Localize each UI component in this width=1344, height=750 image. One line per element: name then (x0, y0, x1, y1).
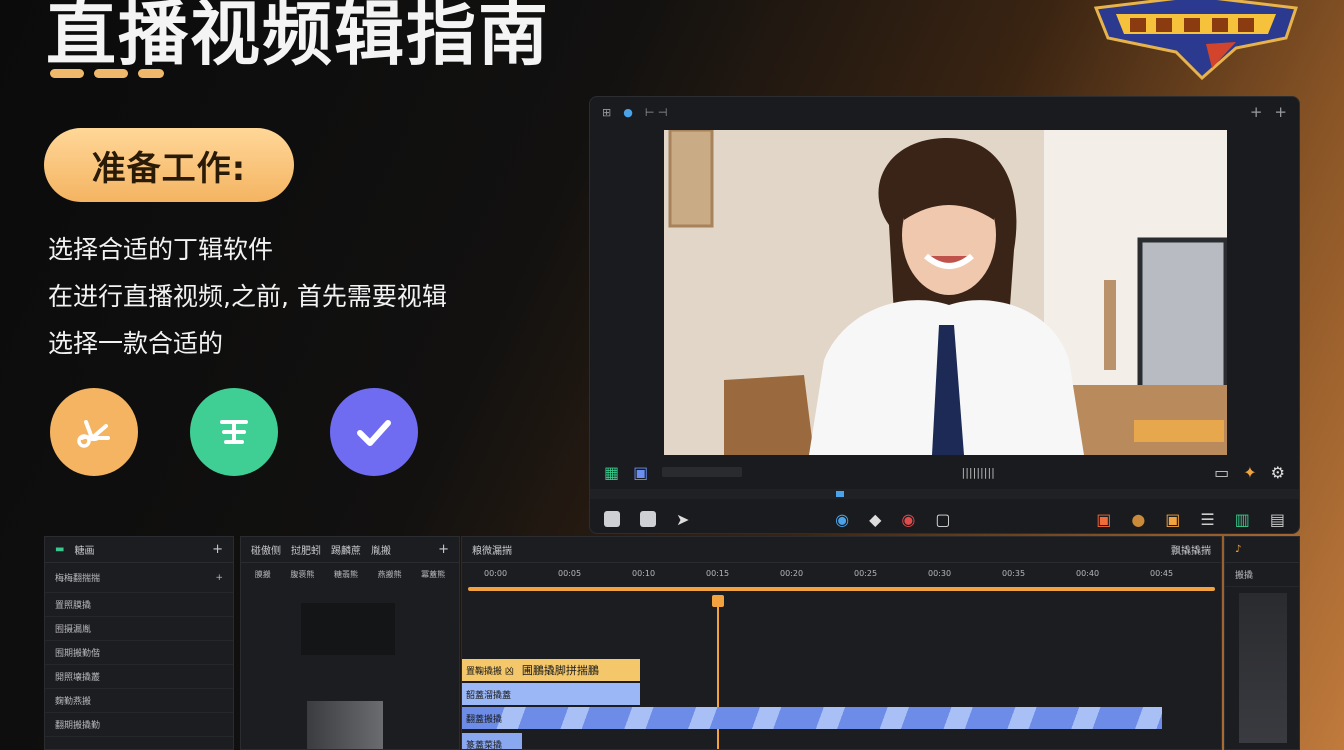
tool-label[interactable]: 冪蓋熊 (421, 569, 445, 580)
add-icon[interactable]: + (212, 542, 223, 557)
ruler-tick-label: 00:20 (780, 569, 804, 578)
stop-icon[interactable]: ◉ (901, 510, 915, 529)
crop-icon[interactable]: ▢ (935, 510, 950, 529)
ruler-tick-label: 00:40 (1076, 569, 1100, 578)
list-item[interactable]: 開照壊撬叢 (45, 665, 233, 689)
camera-icon[interactable] (604, 511, 620, 527)
record-icon[interactable]: ◉ (835, 510, 849, 529)
tool-label[interactable]: 膜搬 (255, 569, 271, 580)
effects-icon[interactable]: ✦ (1243, 463, 1256, 482)
list-icon[interactable]: ☰ (1200, 510, 1214, 529)
timeline-title: 粮微漏揣 (472, 546, 512, 557)
ruler-tick-label: 00:10 (632, 569, 656, 578)
fire-icon[interactable]: ▣ (1096, 510, 1111, 529)
effect-preview-box[interactable] (301, 603, 395, 655)
ruler-tick-label: 00:30 (928, 569, 952, 578)
waveform-icon[interactable]: ||||||||| (962, 466, 995, 479)
add-icon[interactable]: + (438, 542, 449, 557)
ruler-tick-label: 00:45 (1150, 569, 1174, 578)
description-line: 选择合适的丁辑软件 (48, 235, 274, 264)
meter-label: 搬撬 (1235, 571, 1254, 581)
settings-gear-icon[interactable]: ⚙ (1271, 463, 1285, 482)
cloud-icon[interactable]: ● (623, 106, 633, 119)
title-underline (50, 69, 164, 78)
screen-icon[interactable]: ▭ (1214, 463, 1229, 482)
tab-2[interactable]: 挝肥蚓 (291, 542, 321, 557)
panel-title: 糖画 (74, 546, 95, 557)
bars-icon[interactable]: ▥ (1235, 510, 1250, 529)
list-item[interactable]: 麴勤燕搬 (45, 689, 233, 713)
timeline-panel: 粮微漏揣 飘撬撬揣 00:00 00:05 00:10 00:15 00:20 00:25… (461, 536, 1222, 750)
add-track-icon[interactable]: + (1274, 103, 1287, 121)
list-item[interactable]: 翻期搬撬勤 (45, 713, 233, 737)
tab-indicator-icon[interactable]: ⊢ ⊣ (645, 106, 668, 119)
timeline-clip[interactable]: 翻蓋搬撬 (462, 707, 1162, 729)
list-item[interactable]: 囿摄漏胤 (45, 617, 233, 641)
game-logo-emblem (1093, 0, 1299, 80)
diamond-icon[interactable]: ◆ (869, 510, 881, 529)
editor-toolbar: ➤ ◉ ◆ ◉ ▢ ▣ ● ▣ ☰ ▥ ▤ (590, 503, 1299, 533)
lock-icon[interactable]: ▣ (1165, 510, 1180, 529)
time-scrubber[interactable] (662, 467, 743, 477)
timeline-clip[interactable]: 韶蓋溜撬蓋 (462, 683, 640, 705)
ruler-tick-label: 00:25 (854, 569, 878, 578)
tool-label[interactable]: 燕搬熊 (378, 569, 402, 580)
grid-icon[interactable]: ▦ (604, 463, 619, 482)
add-icon[interactable]: + (1250, 103, 1263, 121)
home-icon[interactable] (640, 511, 656, 527)
tab-3[interactable]: 踢麟蔗 (331, 542, 361, 557)
tab-1[interactable]: 碰傲侧 (251, 542, 281, 557)
tab-4[interactable]: 胤搬 (371, 542, 391, 557)
palette-icon[interactable]: ● (1131, 510, 1145, 529)
tool-label[interactable]: 糖翡熊 (334, 569, 358, 580)
checkmark-icon[interactable] (330, 388, 418, 476)
add-icon[interactable]: + (215, 573, 223, 583)
window-topbar: ⊞ ● ⊢ ⊣ + + (590, 97, 1299, 127)
audio-level-meter (1239, 593, 1287, 743)
audio-meter-panel: ♪ 搬撬 (1224, 536, 1300, 750)
ruler-tick-label: 00:35 (1002, 569, 1026, 578)
effects-panel: 碰傲侧 挝肥蚓 踢麟蔗 胤搬 + 膜搬 腹褒熊 糖翡熊 燕搬熊 冪蓋熊 (240, 536, 460, 750)
menu-icon[interactable]: ⊞ (602, 106, 611, 119)
timeline-header-right: 飘撬撬揣 (1171, 546, 1211, 557)
page-title: 直播视频辑指南 (46, 0, 550, 75)
timeline-clip[interactable]: 篆蓋菜撬 (462, 733, 522, 749)
video-preview-frame[interactable] (664, 130, 1227, 455)
panel-subheader: 梅梅翻揣揣 (55, 574, 101, 584)
section-label-preparation: 准备工作: (44, 128, 294, 202)
playhead-handle[interactable] (712, 595, 724, 607)
ruler-tick-label: 00:00 (484, 569, 508, 578)
panel-icon[interactable]: ▤ (1270, 510, 1285, 529)
video-preview-window: ⊞ ● ⊢ ⊣ + + ▦ ▣ ||||||||| ▭ ✦ ⚙ ➤ ◉ ◆ ◉ … (589, 96, 1300, 534)
description-line: 选择一款合适的 (48, 329, 224, 358)
preview-progress-track[interactable] (590, 489, 1299, 499)
effect-graphic (307, 701, 383, 749)
tool-label[interactable]: 腹褒熊 (290, 569, 314, 580)
text-format-icon[interactable] (190, 388, 278, 476)
media-panel: ▬ 糖画 + 梅梅翻揣揣 + 置照膜撬 囿摄漏胤 囿期搬勤偕 開照壊撬叢 麴勤燕… (44, 536, 234, 750)
scissors-edit-icon[interactable] (50, 388, 138, 476)
timeline-clip-highlight[interactable]: 置鞠撬搬 凶 圃鵬撬脚拼揣鵬 (462, 659, 640, 681)
time-ruler[interactable]: 00:00 00:05 00:10 00:15 00:20 00:25 00:30 00:35… (462, 565, 1221, 583)
ruler-tick-label: 00:05 (558, 569, 582, 578)
preview-controls: ▦ ▣ ||||||||| ▭ ✦ ⚙ (590, 459, 1299, 485)
list-item[interactable]: 囿期搬勤偕 (45, 641, 233, 665)
list-item[interactable]: 置照膜撬 (45, 593, 233, 617)
description-line: 在进行直播视频,之前, 首先需要视辑 (48, 282, 447, 311)
playback-bar[interactable] (468, 587, 1215, 591)
ruler-tick-label: 00:15 (706, 569, 730, 578)
audio-icon[interactable]: ♪ (1235, 544, 1241, 555)
description: 选择合适的丁辑软件 在进行直播视频,之前, 首先需要视辑 选择一款合适的 (48, 226, 447, 367)
image-icon[interactable]: ▣ (633, 463, 648, 482)
folder-icon[interactable]: ▬ (55, 544, 64, 555)
arrow-icon[interactable]: ➤ (676, 510, 689, 529)
